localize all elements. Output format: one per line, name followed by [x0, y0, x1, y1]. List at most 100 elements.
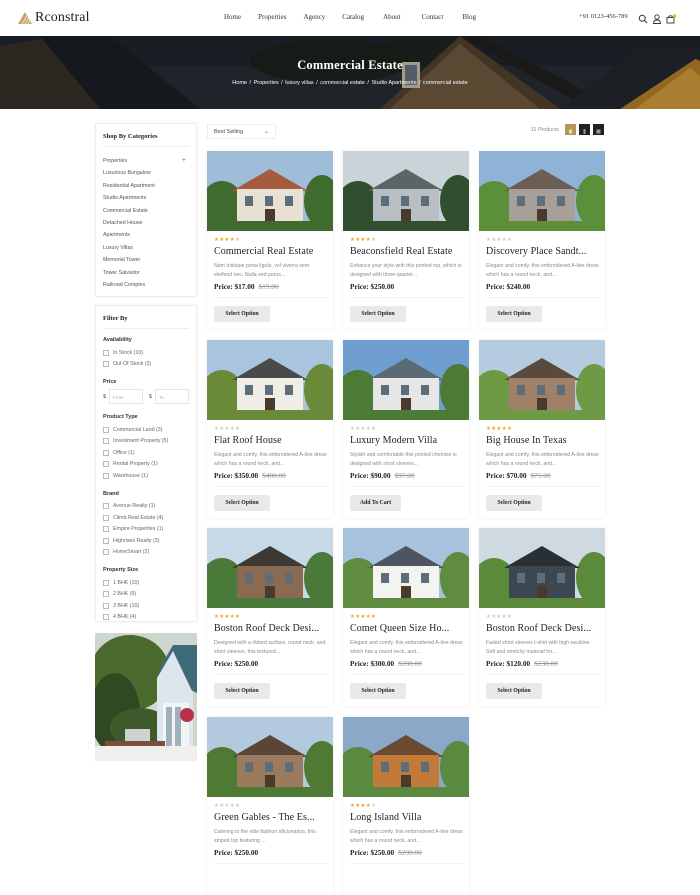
checkbox[interactable] — [103, 472, 109, 479]
phone-number[interactable]: +91 0123-456-789 — [579, 13, 628, 20]
checkbox[interactable] — [103, 503, 109, 510]
product-title[interactable]: Flat Roof House — [214, 435, 282, 446]
nav-home[interactable]: Home — [224, 13, 241, 21]
filter-option[interactable]: HomeSmart (2) — [103, 547, 196, 559]
filter-option[interactable]: Rental Property (1) — [103, 459, 196, 471]
user-icon[interactable] — [652, 11, 662, 24]
filter-option[interactable]: Highrises Realty (3) — [103, 535, 196, 547]
checkbox[interactable] — [103, 549, 109, 556]
filter-option[interactable]: 3 BHK (10) — [103, 600, 196, 612]
checkbox[interactable] — [103, 461, 109, 468]
filter-option[interactable]: Warehouse (1) — [103, 470, 196, 482]
checkbox[interactable] — [103, 614, 109, 621]
category-item[interactable]: Residential Apartment — [103, 182, 196, 194]
breadcrumb-luxury-villas[interactable]: luxury villas — [285, 80, 313, 86]
checkbox[interactable] — [103, 438, 109, 445]
product-image[interactable] — [479, 151, 605, 231]
nav-blog[interactable]: Blog — [462, 13, 476, 21]
product-card[interactable]: ★★★★★ Discovery Place Sandt... Elegant and… — [479, 151, 605, 329]
checkbox[interactable] — [103, 449, 109, 456]
product-card[interactable]: ★★★★★ Comet Queen Size Ho... Elegant and c… — [343, 528, 469, 706]
product-image[interactable] — [207, 340, 333, 420]
product-image[interactable] — [207, 528, 333, 608]
product-card[interactable]: ★★★★★ Beaconsfield Real Estate Enhance you… — [343, 151, 469, 329]
category-item[interactable]: Railroad Complex — [103, 281, 196, 293]
product-card[interactable]: ★★★★★ Luxury Modern Villa Stylish and comf… — [343, 340, 469, 518]
product-title[interactable]: Boston Roof Deck Desi... — [486, 623, 591, 634]
filter-option[interactable]: Out Of Stock (3) — [103, 359, 196, 371]
nav-properties[interactable]: Properties — [258, 13, 286, 21]
checkbox[interactable] — [103, 526, 109, 533]
select-option-button[interactable]: Select Option — [486, 683, 542, 699]
breadcrumb-studio-apartments[interactable]: Studio Apartments — [372, 80, 417, 86]
checkbox[interactable] — [103, 602, 109, 609]
product-image[interactable] — [343, 340, 469, 420]
category-item[interactable]: Commercial Estate — [103, 207, 196, 219]
search-icon[interactable] — [638, 11, 648, 24]
category-item[interactable]: Luxury Villas — [103, 244, 196, 256]
filter-option[interactable]: Commercial Land (3) — [103, 424, 196, 436]
category-item[interactable]: Luxurious Bungalow — [103, 169, 196, 181]
checkbox[interactable] — [103, 349, 109, 356]
breadcrumb-home[interactable]: Home — [232, 80, 247, 86]
filter-option[interactable]: In Stock (10) — [103, 347, 196, 359]
nav-agency[interactable]: Agency — [304, 13, 326, 21]
checkbox[interactable] — [103, 361, 109, 368]
checkbox[interactable] — [103, 514, 109, 521]
product-image[interactable] — [343, 717, 469, 797]
product-title[interactable]: Discovery Place Sandt... — [486, 246, 586, 257]
breadcrumb-properties[interactable]: Properties — [254, 80, 279, 86]
product-card[interactable]: ★★★★★ Green Gables - The Es... Catering to… — [207, 717, 333, 895]
product-title[interactable]: Long Island Villa — [350, 812, 421, 823]
breadcrumb-commercial-estate[interactable]: commercial estate — [320, 80, 365, 86]
nav-catalog[interactable]: Catalog — [342, 13, 364, 21]
select-option-button[interactable]: Select Option — [350, 683, 406, 699]
nav-about[interactable]: About — [383, 13, 401, 21]
product-image[interactable] — [207, 717, 333, 797]
product-image[interactable] — [343, 528, 469, 608]
category-item[interactable]: Detached House — [103, 219, 196, 231]
select-option-button[interactable]: Select Option — [486, 495, 542, 511]
product-title[interactable]: Commercial Real Estate — [214, 246, 313, 257]
category-item[interactable]: Studio Apartments — [103, 194, 196, 206]
checkbox[interactable] — [103, 591, 109, 598]
checkbox[interactable] — [103, 426, 109, 433]
grid-view-3-icon[interactable] — [565, 124, 576, 135]
product-title[interactable]: Green Gables - The Es... — [214, 812, 315, 823]
select-option-button[interactable]: Select Option — [214, 683, 270, 699]
sort-select[interactable]: Best Selling ⌄ — [207, 124, 276, 139]
product-image[interactable] — [207, 151, 333, 231]
product-title[interactable]: Big House In Texas — [486, 435, 567, 446]
product-image[interactable] — [479, 340, 605, 420]
select-option-button[interactable]: Select Option — [350, 306, 406, 322]
select-option-button[interactable]: Select Option — [214, 495, 270, 511]
checkbox[interactable] — [103, 579, 109, 586]
logo[interactable]: Rconstral — [18, 10, 90, 26]
filter-option[interactable]: 4 BHK (4) — [103, 612, 196, 624]
product-image[interactable] — [479, 528, 605, 608]
product-card[interactable]: ★★★★★ Flat Roof House Elegant and comfy, t… — [207, 340, 333, 518]
sidebar-banner-image[interactable] — [95, 633, 197, 761]
price-to-input[interactable]: To — [154, 389, 189, 404]
product-card[interactable]: ★★★★★ Boston Roof Deck Desi... Faded short… — [479, 528, 605, 706]
product-title[interactable]: Comet Queen Size Ho... — [350, 623, 449, 634]
filter-option[interactable]: 2 BHK (9) — [103, 589, 196, 601]
category-item[interactable]: Memorial Tower — [103, 256, 196, 268]
list-view-icon[interactable] — [593, 124, 604, 135]
product-title[interactable]: Luxury Modern Villa — [350, 435, 437, 446]
select-option-button[interactable]: Select Option — [214, 306, 270, 322]
filter-option[interactable]: Investment Property (5) — [103, 436, 196, 448]
category-properties[interactable]: Properties + — [103, 157, 196, 169]
grid-view-2-icon[interactable] — [579, 124, 590, 135]
product-card[interactable]: ★★★★★ Long Island Villa Elegant and comfy,… — [343, 717, 469, 895]
category-item[interactable]: Apartments — [103, 231, 196, 243]
product-title[interactable]: Boston Roof Deck Desi... — [214, 623, 319, 634]
filter-option[interactable]: Office (1) — [103, 447, 196, 459]
select-option-button[interactable]: Select Option — [486, 306, 542, 322]
category-item[interactable]: Tower Salvador — [103, 269, 196, 281]
nav-contact[interactable]: Contact — [422, 13, 444, 21]
filter-option[interactable]: Empire Properties (1) — [103, 524, 196, 536]
filter-option[interactable]: 1 BHK (10) — [103, 577, 196, 589]
product-title[interactable]: Beaconsfield Real Estate — [350, 246, 452, 257]
filter-option[interactable]: Avenue Realty (1) — [103, 501, 196, 513]
